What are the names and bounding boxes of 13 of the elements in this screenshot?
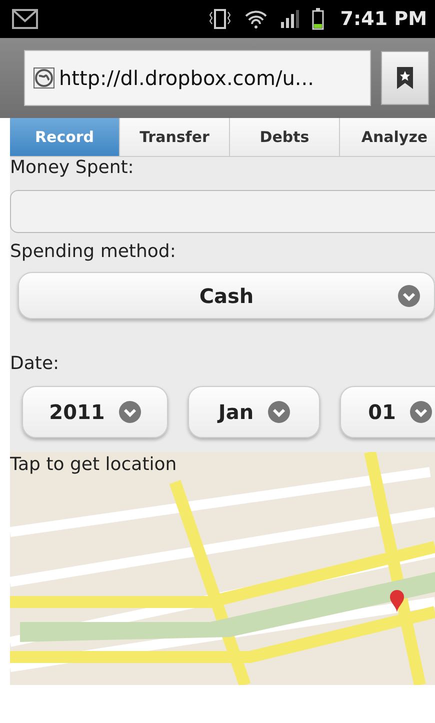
tab[interactable]: Transfer: [120, 118, 230, 157]
field-label: Date:: [10, 352, 60, 374]
field-label: Spending method:: [10, 241, 177, 262]
date-select[interactable]: Jan: [188, 386, 320, 438]
status-time: 7:41 PM: [340, 8, 427, 30]
method-select[interactable]: Cash: [18, 272, 435, 319]
tab[interactable]: Debts: [230, 118, 340, 157]
date-select[interactable]: 2011: [22, 386, 168, 438]
tab[interactable]: Analyze: [340, 118, 435, 157]
date-select[interactable]: 01: [340, 386, 435, 438]
url-field[interactable]: http://dl.dropbox.com/u...: [24, 50, 371, 106]
field-label: Money Spent:: [10, 156, 135, 178]
map-caption: Tap to get location: [10, 454, 177, 475]
